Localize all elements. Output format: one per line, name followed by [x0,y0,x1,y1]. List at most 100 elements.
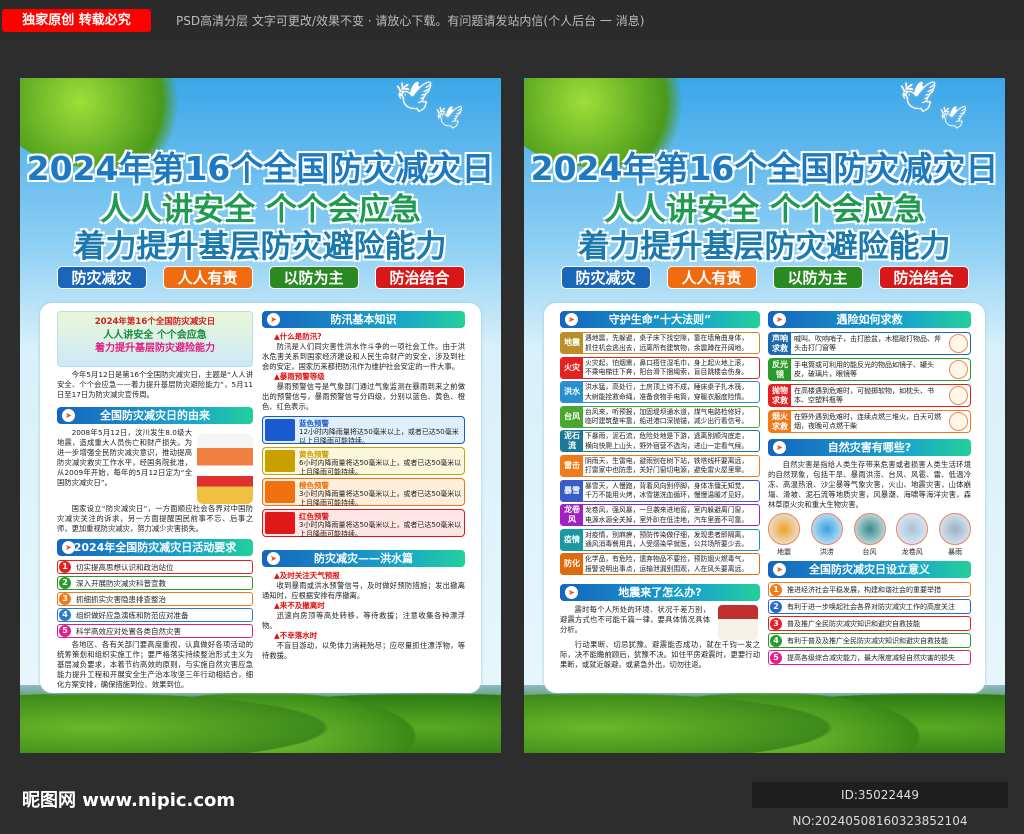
disaster-icon [896,513,929,545]
section-header: ➤ 遇险如何求救 [768,311,971,328]
download-notice: PSD高清分层 文字可更改/效果不变 · 请放心下载。有问题请发站内信(个人后台… [176,14,645,28]
banner-line: 2024年第16个全国防灾减灾日 [94,317,216,327]
image-id: ID:35022449 NO:20240508160323852104 [752,782,1008,828]
rule-row: 雷击 阴雨天，生雷电，避雨别在树下站，铁塔线杆要离远， 打雷家中也防患，关好门窗切电… [560,454,760,477]
rule-text: 暴雪天，人慢跑，背着风向别停脚，身体冻僵无知觉， [585,481,749,490]
mini-banner: 2024年第16个全国防灾减灾日 人人讲安全 个个会应急 着力提升基层防灾避险能… [57,311,253,367]
rescue-row: 抛物求救 在高楼遇到危难时，可抛掷软物，如枕头、书本、空塑料瓶等 [768,384,971,407]
number-badge: 2 [770,600,782,613]
left-column: ➤ 守护生命“十大法则” 地震 遇地震，先躲避，桌子床下找空隙，靠在墙角曲身体， 抓住… [560,311,760,670]
rule-label: 疫情 [561,529,583,550]
list-item-text: 组织做好应急演练和防范应对准备 [76,610,189,620]
list-item-text: 推进经济社会平稳发展，构建和谐社会的重要举措 [787,585,941,594]
poster-title: 2024年第16个全国防灾减灾日 [26,149,495,188]
slogan-pill: 防灾减灾 [560,266,651,289]
rule-row: 地震 遇地震，先躲避，桌子床下找空隙，靠在墙角曲身体， 抓住机会逃出去，远离所有建筑… [560,332,760,354]
rule-text: 横向快爬上山头，野外宿营不选沟，进山一定看气候。 [585,441,749,450]
warning-card: 蓝色预警 12小时内降雨量将达50毫米以上，或者已达50毫米以上且降雨可能持续。 [262,416,465,445]
disaster-item: 台风 [853,513,886,557]
arrow-icon: ➤ [267,313,280,326]
number-badge: 4 [770,634,782,647]
section-header: ➤ 全国防灾减灾日设立意义 [768,561,971,578]
section-header: ➤ 全国防灾减灾日的由来 [57,407,253,424]
list-item: 3 抓细抓实灾害隐患排查整治 [57,592,253,606]
number-badge: 2 [59,577,71,589]
list-item: 2 深入开展防灾减灾科普宣教 [57,576,253,590]
dove-icon: 🕊 [395,80,434,115]
list-item-text: 有利于进一步唤起社会各界对防灾减灾工作的高度关注 [787,602,955,611]
intro-text: 今年5月12日是第16个全国防灾减灾日，主题是“人人讲安全、个个会应急——着力提… [57,370,253,399]
section-header: ➤ 防灾减灾——洪水篇 [262,550,465,567]
content-panel: 2024年第16个全国防灾减灾日 人人讲安全 个个会应急 着力提升基层防灾避险能… [40,303,481,693]
warning-title: 红色预警 [299,512,329,521]
kid-house-illustration [197,434,253,504]
rule-text: 抓住机会逃出去，远离所有建筑物，余震蹲在开阔地。 [585,343,749,352]
disaster-item: 地震 [768,513,800,557]
section-title: 地震来了怎么办? [618,585,702,599]
slogan-row: 防灾减灾 人人有责 以防为主 防治结合 [524,266,1005,289]
rescue-icon [949,412,968,431]
answer-text: 防汛是人们同灾害性洪水作斗争的一项社会工作。由于洪水危害关系到国家经济建设和人民… [262,342,465,371]
rule-text: 临时建筑整牢靠，船进港口深抛锚，减少出行看信号。 [585,417,749,426]
section-title: 遇险如何求救 [836,313,903,326]
slogan-pill: 防治结合 [878,266,969,289]
rescue-label: 反光镜 [769,359,791,380]
rule-label: 防化 [561,554,583,575]
section-title: 全国防灾减灾日的由来 [100,409,210,422]
rule-row: 防化 化学品，有危险，遗弃物品不要捡，预防烟火燃毒气， 报警说明出事点，运输泄漏别围… [560,553,760,576]
disaster-label: 龙卷风 [901,548,923,556]
house-illustration [718,604,758,640]
rule-row: 疫情 对疫情，别麻痹，预防传染做仔细，发现患者即隔离， 通风消毒餐用具，人受感染早就… [560,528,760,551]
rescue-text: 喊叫、吹响哨子，击打脸盆，木棍敲打物品、斧头击打门窗等 [794,334,941,352]
rule-row: 龙卷风 龙卷风，强风暴，一旦袭来进地窖，室内躲避离门窗， 电源水源全关掉，室外趴在低… [560,504,760,527]
rescue-text: 在野外遇到危难时，连续点燃三堆火，白天可燃烟，夜晚可点燃干柴 [794,412,941,430]
arrow-icon: ➤ [773,563,786,576]
right-column: ➤ 遇险如何求救 声响求救 喊叫、吹响哨子，击打脸盆，木棍敲打物品、斧头击打门窗等反… [768,311,971,667]
rescue-icon [949,334,968,353]
poster-left: 🕊 🕊 2024年第16个全国防灾减灾日 人人讲安全 个个会应急 着力提升基层防… [20,78,501,753]
list-item-text: 提高各级综合减灾能力，最大限度减轻自然灾害的损失 [787,653,955,662]
rule-label: 泥石流 [561,431,583,452]
disaster-icon [853,513,886,545]
disaster-item: 洪涝 [810,513,843,557]
warning-card: 黄色预警 6小时内降雨量将达50毫米以上，或者已达50毫米以上且降雨可能持续。 [262,447,465,476]
slogan-pill: 人人有责 [162,266,253,289]
disaster-item: 暴雨 [939,513,971,557]
rainstorm-warning-icon [265,512,295,534]
disaster-icons: 地震 洪涝 台风 龙卷风 暴雨 [768,513,971,557]
rule-text: 龙卷风，强风暴，一旦袭来进地窖，室内躲避离门窗， [585,506,749,515]
list-item: 2 有利于进一步唤起社会各界对防灾减灾工作的高度关注 [768,599,971,614]
dove-icon: 🕊 [899,80,938,115]
number-badge: 1 [770,583,782,596]
arrow-icon: ➤ [62,409,75,422]
rule-text: 通风消毒餐用具，人受感染早就医，公共场所要少去。 [585,540,749,549]
disaster-label: 地震 [777,548,791,556]
section-header: ➤ 地震来了怎么办? [560,583,760,601]
list-item: 5 科学高效应对处置各类自然灾害 [57,624,253,638]
disaster-item: 龙卷风 [896,513,929,557]
number-badge: 5 [59,625,71,637]
question-heading: ▲什么是防汛? [274,332,322,341]
nature-text: 自然灾害是指给人类生存带来危害或者损害人类生活环境的自然现象，包括干旱、暴雨洪涝… [768,460,971,509]
section-header: ➤ 2024年全国防灾减灾日活动要求 [57,539,253,556]
site-logo[interactable]: 昵图网 www.nipic.com [22,786,235,812]
top-bar: 独家原创 转载必究 PSD高清分层 文字可更改/效果不变 · 请放心下载。有问题… [0,0,1024,40]
arrow-icon: ➤ [565,313,578,326]
question-heading: ▲不幸落水时 [274,631,318,640]
requirement-text: 各地区、各有关部门要高度重视，认真做好各项活动的统筹策划和组织实施工作；要严格落… [57,640,253,689]
slogan-pill: 以防为主 [772,266,863,289]
poster-right: 🕊 🕊 2024年第16个全国防灾减灾日 人人讲安全 个个会应急 着力提升基层防… [524,78,1005,753]
answer-text: 暴雨预警信号是气象部门通过气象监测在暴雨到来之前做出的预警信号，暴雨预警信号分四… [262,382,465,411]
rule-label: 火灾 [561,357,583,378]
answer-text: 迅速向房顶等高处转移，等待救援；注意收集各种漂浮物。 [262,611,465,630]
rule-text: 打雷家中也防患，关好门窗切电源，避免雷火屋里窜。 [585,466,749,475]
rule-text: 洪水猛，高处行，土房顶上待不成，睡床桌子扎木筏， [585,383,749,392]
warning-text: 3小时内降雨量将达50毫米以上，或者已达50毫米以上且降雨可能持续。 [299,490,462,507]
rule-text: 遇地震，先躲避，桌子床下找空隙，靠在墙角曲身体， [585,334,749,342]
warning-title: 橙色预警 [299,481,329,490]
rescue-icon [949,360,968,379]
rescue-row: 烟火求救 在野外遇到危难时，连续点燃三堆火，白天可燃烟，夜晚可点燃干柴 [768,410,971,433]
rule-row: 洪水 洪水猛，高处行，土房顶上待不成，睡床桌子扎木筏， 大树能拴救命绳，准备食物手电… [560,381,760,404]
section-title: 自然灾害有哪些? [827,441,912,454]
list-item: 1 推进经济社会平稳发展，构建和谐社会的重要举措 [768,582,971,597]
